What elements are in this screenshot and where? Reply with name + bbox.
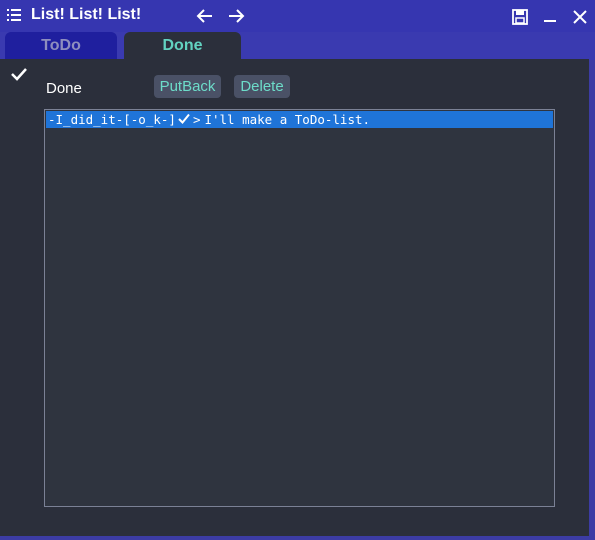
check-icon <box>178 113 190 124</box>
done-panel: Done PutBack Delete -I_did_it-[-o_k-] > I'… <box>0 59 589 536</box>
item-text: I'll make a ToDo-list. <box>204 112 371 127</box>
list-icon <box>7 9 21 21</box>
putback-button[interactable]: PutBack <box>154 75 221 98</box>
item-date: -I_did_it-[-o_k-] <box>48 112 176 127</box>
done-heading: Done <box>46 80 82 97</box>
list-item[interactable]: -I_did_it-[-o_k-] > I'll make a ToDo-list. <box>46 111 553 128</box>
arrow-left-icon[interactable] <box>195 7 215 25</box>
tab-todo[interactable]: ToDo <box>5 32 117 59</box>
checkmark-icon <box>11 68 27 81</box>
tab-done[interactable]: Done <box>124 32 241 59</box>
done-list[interactable]: -I_did_it-[-o_k-] > I'll make a ToDo-list. <box>44 109 555 507</box>
title-bar: List! List! List! <box>0 0 595 32</box>
item-separator: > <box>192 112 201 127</box>
minimize-icon[interactable] <box>541 8 559 26</box>
arrow-right-icon[interactable] <box>226 7 246 25</box>
save-icon[interactable] <box>511 8 529 26</box>
window-title: List! List! List! <box>31 6 142 23</box>
close-icon[interactable] <box>571 8 589 26</box>
tab-strip: ToDo Done <box>0 32 595 60</box>
delete-button[interactable]: Delete <box>234 75 290 98</box>
